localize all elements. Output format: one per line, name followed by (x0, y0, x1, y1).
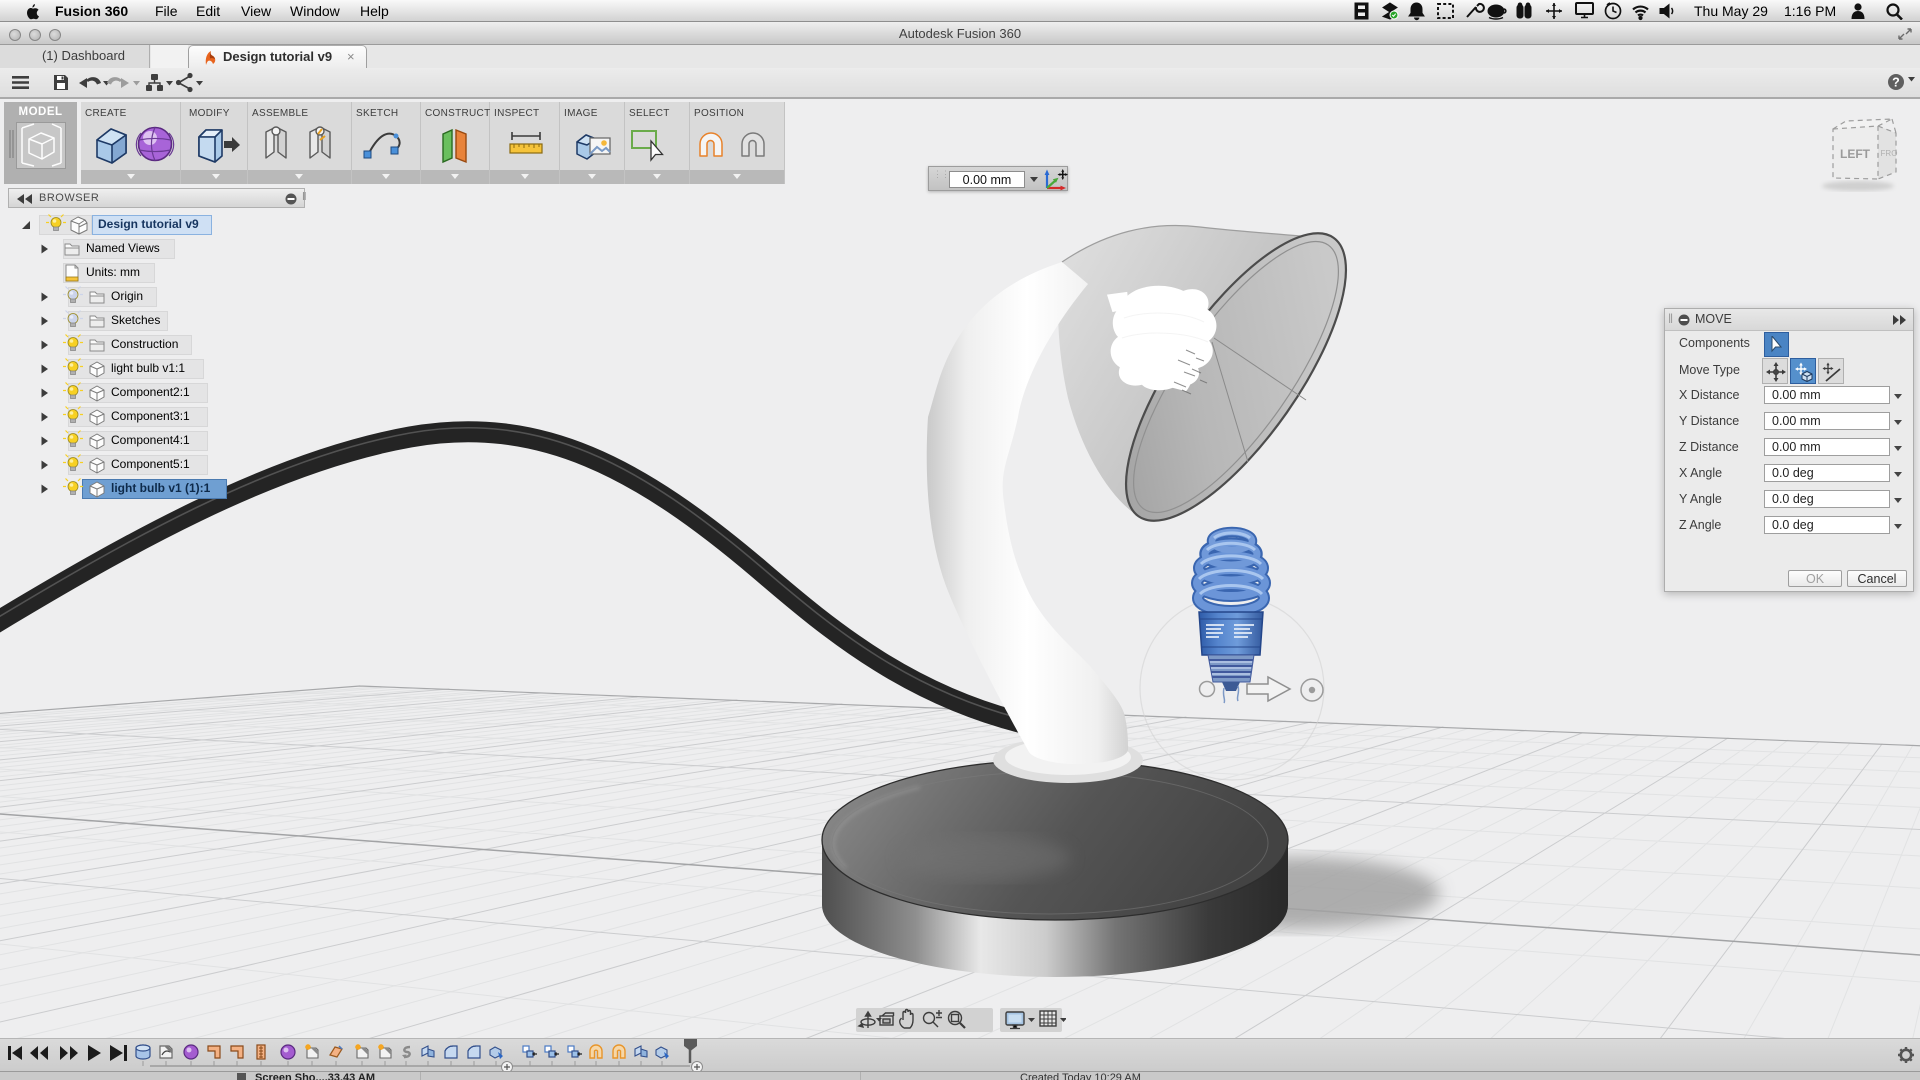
svg-text:?: ? (1892, 76, 1900, 90)
svg-text:FRO: FRO (1881, 149, 1898, 158)
svg-text:LEFT: LEFT (1840, 147, 1871, 161)
